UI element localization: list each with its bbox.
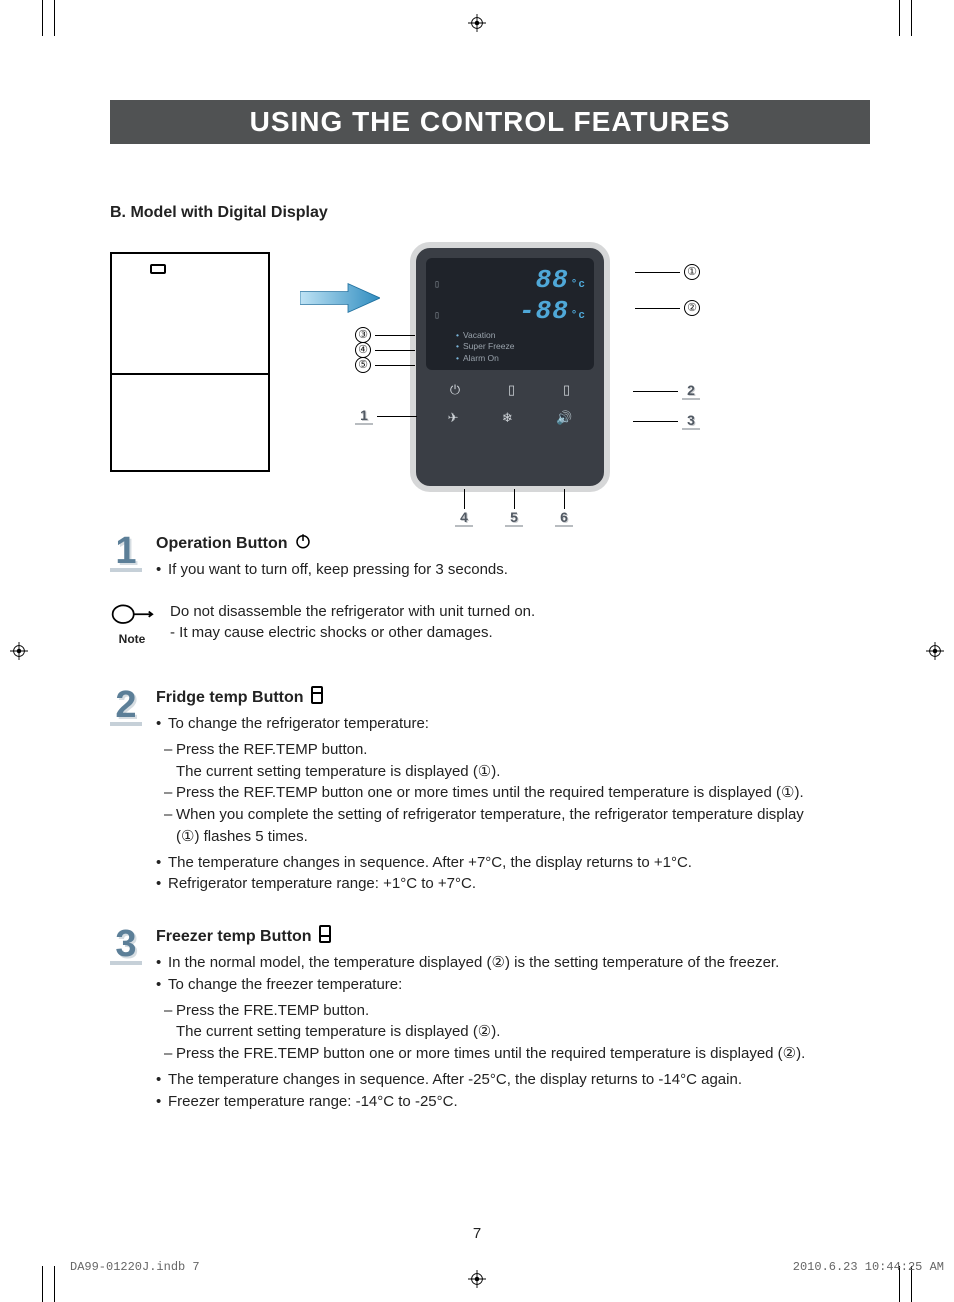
fridge-icon (310, 686, 324, 709)
section-subhead: B. Model with Digital Display (110, 204, 870, 222)
step-number-2: 2 (110, 686, 142, 726)
section1-title: Operation Button (156, 535, 288, 553)
registration-mark-icon (926, 642, 944, 660)
section2-b1: To change the refrigerator temperature: (156, 713, 804, 735)
section3-s2: Press the FRE.TEMP button one or more ti… (164, 1043, 805, 1065)
section2-s1a: Press the REF.TEMP button. (164, 739, 804, 761)
note-label: Note (119, 632, 146, 646)
freezer-icon (318, 925, 332, 948)
callout-box-1: 1 (355, 407, 373, 425)
section3-b3: The temperature changes in sequence. Aft… (156, 1069, 805, 1091)
callout-circ-4: ④ (355, 342, 371, 358)
fridge-icon: ▯ (508, 382, 515, 398)
section-fridge-temp: 2 Fridge temp Button To change the refri… (110, 686, 870, 895)
section2-b3: Refrigerator temperature range: +1°C to … (156, 873, 804, 895)
section3-b4: Freezer temperature range: -14°C to -25°… (156, 1091, 805, 1113)
section3-b2: To change the freezer temperature: (156, 974, 805, 996)
callout-circ-3: ③ (355, 327, 371, 343)
snowflake-icon: ❄ (502, 410, 513, 426)
alarm-icon: 🔊 (556, 410, 572, 426)
page-title: USING THE CONTROL FEATURES (110, 100, 870, 144)
section3-s1b: The current setting temperature is displ… (164, 1021, 805, 1043)
freezer-icon: ▯ (563, 382, 570, 398)
section1-bullet: If you want to turn off, keep pressing f… (156, 559, 508, 581)
status-alarm: Alarm On (456, 353, 586, 364)
section3-s1a: Press the FRE.TEMP button. (164, 1000, 805, 1022)
section2-b2: The temperature changes in sequence. Aft… (156, 852, 804, 874)
power-icon: ⏻ (450, 382, 460, 398)
section-freezer-temp: 3 Freezer temp Button In the normal mode… (110, 925, 870, 1112)
freezer-temp-readout: -88 (519, 296, 569, 326)
footer-file: DA99-01220J.indb 7 (70, 1260, 200, 1274)
diagram-row: ▯88°c ▯-88°c Vacation Super Freeze Alarm… (110, 242, 870, 492)
status-superfreeze: Super Freeze (456, 341, 586, 352)
section2-s2: Press the REF.TEMP button one or more ti… (164, 782, 804, 804)
section3-title: Freezer temp Button (156, 928, 312, 946)
step-number-3: 3 (110, 925, 142, 965)
callout-box-2: 2 (682, 382, 700, 400)
note-hand-icon (110, 601, 154, 630)
section-operation-button: 1 Operation Button If you want to turn o… (110, 532, 870, 581)
section2-title: Fridge temp Button (156, 689, 304, 707)
section2-s3a: When you complete the setting of refrige… (164, 804, 804, 826)
callout-box-4: 4 (455, 509, 473, 527)
status-vacation: Vacation (456, 330, 586, 341)
page-number: 7 (0, 1225, 954, 1242)
footer-stamp: 2010.6.23 10:44:25 AM (793, 1260, 944, 1274)
vacation-icon: ✈ (448, 410, 459, 426)
registration-mark-icon (10, 642, 28, 660)
control-panel-illustration: ▯88°c ▯-88°c Vacation Super Freeze Alarm… (410, 242, 640, 492)
callout-circ-1: ① (684, 264, 700, 280)
note-block: Note Do not disassemble the refrigerator… (110, 601, 870, 646)
section2-s3b: (①) flashes 5 times. (164, 826, 804, 848)
section2-s1b: The current setting temperature is displ… (164, 761, 804, 783)
step-number-1: 1 (110, 532, 142, 572)
registration-mark-icon (468, 14, 486, 32)
callout-circ-2: ② (684, 300, 700, 316)
section3-b1: In the normal model, the temperature dis… (156, 952, 805, 974)
callout-box-3: 3 (682, 412, 700, 430)
callout-circ-5: ⑤ (355, 357, 371, 373)
arrow-right-icon (300, 282, 380, 318)
power-icon (294, 532, 312, 555)
fridge-outline-illustration (110, 252, 270, 472)
note-line1: Do not disassemble the refrigerator with… (170, 601, 535, 622)
fridge-temp-readout: 88 (536, 265, 569, 295)
callout-box-6: 6 (555, 509, 573, 527)
note-line2: - It may cause electric shocks or other … (170, 622, 535, 643)
callout-box-5: 5 (505, 509, 523, 527)
